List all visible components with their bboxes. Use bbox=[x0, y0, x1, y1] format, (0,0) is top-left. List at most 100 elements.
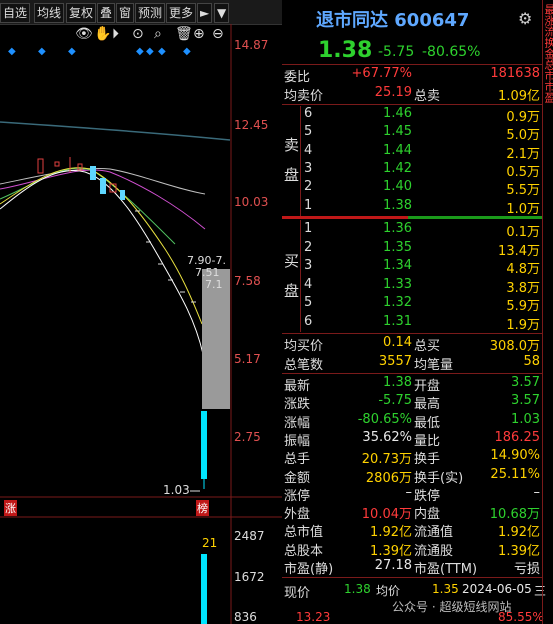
stock-code: 600647 bbox=[394, 10, 470, 31]
ranking-tag[interactable]: 榜 bbox=[196, 500, 209, 516]
gear-icon[interactable]: ⚙ bbox=[518, 9, 532, 28]
avg-buy-label: 均买价 bbox=[284, 339, 324, 354]
stat-value: – bbox=[405, 484, 413, 500]
stat-value: 27.18 bbox=[374, 558, 412, 573]
avg-price-label: 均价 bbox=[376, 584, 401, 598]
volume-bar bbox=[201, 554, 207, 624]
trades-row: 总笔数 3557 均笔量 58 bbox=[282, 354, 542, 373]
total-trades-value: 3557 bbox=[378, 354, 412, 369]
stat-row[interactable]: 总手 20.73万 换手 14.90% bbox=[282, 448, 542, 467]
stat-label: 换手 bbox=[414, 452, 441, 468]
stat-label: 涨幅 bbox=[284, 415, 311, 431]
avg-price-value: 1.35 bbox=[432, 582, 459, 596]
avg-trade-label: 均笔量 bbox=[414, 358, 454, 373]
sell-level-index: 1 bbox=[304, 197, 313, 213]
annotation-label: 7.1 bbox=[205, 278, 223, 291]
sell-level-index: 5 bbox=[304, 124, 313, 140]
toolbar-watchlist-button[interactable]: 自选 bbox=[0, 3, 31, 23]
price-axis-label: 2.75 bbox=[234, 430, 261, 444]
sell-level-price: 1.44 bbox=[383, 142, 412, 158]
avg-sell-row: 均卖价 25.19 总卖 1.09亿 bbox=[282, 85, 542, 104]
stat-row[interactable]: 涨停 – 跌停 – bbox=[282, 485, 542, 504]
stat-label: 涨跌 bbox=[284, 397, 311, 413]
toolbar-more-button[interactable]: 更多 bbox=[166, 3, 197, 23]
stat-label: 市盈(TTM) bbox=[414, 562, 478, 577]
stat-value: 1.92亿 bbox=[498, 525, 540, 541]
order-ratio-label: 委比 bbox=[284, 70, 311, 85]
stat-row[interactable]: 外盘 10.04万 内盘 10.68万 bbox=[282, 503, 542, 522]
stat-row[interactable]: 涨幅 -80.65% 最低 1.03 bbox=[282, 412, 542, 431]
order-ratio-row: 委比 +67.77% 181638 bbox=[282, 66, 542, 85]
stat-value: 25.11% bbox=[490, 466, 540, 482]
stat-label: 市盈(静) bbox=[284, 562, 334, 577]
total-sell-label: 总卖 bbox=[414, 89, 441, 104]
buy-level-row[interactable]: 6 1.31 1.9万 bbox=[282, 314, 542, 333]
stat-label: 流通股 bbox=[414, 543, 454, 559]
quote-panel: 退市同达 600647 ⚙ 1.38 -5.75 -80.65% 委比 +67.… bbox=[282, 0, 546, 624]
stat-label: 总手 bbox=[284, 452, 311, 468]
volume-count-label: 21 bbox=[202, 536, 218, 550]
play-icon[interactable]: ► bbox=[197, 3, 213, 23]
stat-label: 开盘 bbox=[414, 379, 441, 394]
buy-level-row[interactable]: 1 1.36 0.1万 bbox=[282, 221, 542, 240]
volume-axis-label: 1672 bbox=[234, 570, 265, 584]
stat-value: 3.57 bbox=[511, 393, 540, 409]
sell-level-row[interactable]: 4 1.44 2.1万 bbox=[282, 143, 542, 162]
stat-label: 流通值 bbox=[414, 525, 454, 541]
low-price-label: 1.03 bbox=[163, 483, 190, 497]
stat-value: 1.03 bbox=[511, 411, 540, 427]
buy-level-row[interactable]: 2 1.35 13.4万 bbox=[282, 240, 542, 259]
toolbar-ma-button[interactable]: 均线 bbox=[34, 3, 65, 23]
stat-value: 10.04万 bbox=[361, 507, 412, 523]
volume-axis-label: 836 bbox=[234, 610, 257, 624]
limit-up-tag[interactable]: 涨 bbox=[4, 500, 17, 516]
stat-label: 量比 bbox=[414, 433, 441, 449]
avg-buy-row: 均买价 0.14 总买 308.0万 bbox=[282, 335, 542, 354]
toolbar-window-button[interactable]: 窗 bbox=[116, 3, 135, 23]
buy-level-row[interactable]: 3 1.34 4.8万 bbox=[282, 258, 542, 277]
sell-level-price: 1.45 bbox=[383, 124, 412, 140]
buy-level-price: 1.33 bbox=[383, 276, 412, 292]
avg-sell-value: 25.19 bbox=[374, 85, 412, 100]
buy-level-volume: 0.1万 bbox=[506, 225, 540, 240]
now-price-value: 1.38 bbox=[344, 582, 371, 596]
sell-level-row[interactable]: 1 1.38 1.0万 bbox=[282, 198, 542, 217]
stock-name: 退市同达 bbox=[316, 10, 388, 31]
volume-axis-label: 2487 bbox=[234, 529, 265, 543]
toolbar-adjust-button[interactable]: 复权 bbox=[66, 3, 97, 23]
stat-row[interactable]: 涨跌 -5.75 最高 3.57 bbox=[282, 393, 542, 412]
side-strip[interactable]: 最涨流换金总市市盈 bbox=[542, 0, 553, 624]
stat-row[interactable]: 总股本 1.39亿 流通股 1.39亿 bbox=[282, 540, 542, 559]
sell-level-volume: 0.5万 bbox=[506, 164, 540, 180]
stat-value: – bbox=[533, 484, 541, 500]
chart-toolbar: 自选 均线 复权 叠 窗 预测 更多 ► ▼ bbox=[0, 0, 282, 25]
stat-row[interactable]: 最新 1.38 开盘 3.57 bbox=[282, 375, 542, 394]
buy-level-volume: 13.4万 bbox=[498, 243, 540, 259]
sell-level-row[interactable]: 2 1.40 5.5万 bbox=[282, 179, 542, 198]
buy-level-volume: 4.8万 bbox=[506, 262, 540, 277]
stat-row[interactable]: 金额 2806万 换手(实) 25.11% bbox=[282, 467, 542, 486]
stat-value: 1.92亿 bbox=[370, 525, 412, 541]
sell-level-row[interactable]: 6 1.46 0.9万 bbox=[282, 106, 542, 125]
price-axis-label: 10.03 bbox=[234, 195, 269, 209]
buy-level-row[interactable]: 5 1.32 5.9万 bbox=[282, 295, 542, 314]
stat-value: 35.62% bbox=[362, 429, 412, 445]
buy-level-price: 1.35 bbox=[383, 239, 412, 255]
menu-chevron-down-icon[interactable]: ▼ bbox=[214, 3, 230, 23]
buy-level-row[interactable]: 4 1.33 3.8万 bbox=[282, 277, 542, 296]
stat-row[interactable]: 振幅 35.62% 量比 186.25 bbox=[282, 430, 542, 449]
stat-row[interactable]: 市盈(静) 27.18 市盈(TTM) 亏损 bbox=[282, 558, 542, 577]
sell-level-price: 1.38 bbox=[383, 197, 412, 213]
price-axis-label: 5.17 bbox=[234, 352, 261, 366]
bottom-right-value: 85.55% bbox=[498, 610, 544, 624]
toolbar-overlay-button[interactable]: 叠 bbox=[97, 3, 116, 23]
stat-value: 20.73万 bbox=[361, 452, 412, 468]
avg-sell-label: 均卖价 bbox=[284, 89, 324, 104]
stat-row[interactable]: 总市值 1.92亿 流通值 1.92亿 bbox=[282, 521, 542, 540]
sell-level-row[interactable]: 5 1.45 5.0万 bbox=[282, 124, 542, 143]
toolbar-forecast-button[interactable]: 预测 bbox=[135, 3, 166, 23]
sell-level-row[interactable]: 3 1.42 0.5万 bbox=[282, 161, 542, 180]
buy-level-volume: 1.9万 bbox=[506, 317, 540, 333]
stat-value: 2806万 bbox=[365, 470, 412, 486]
stat-label: 总市值 bbox=[284, 525, 324, 541]
